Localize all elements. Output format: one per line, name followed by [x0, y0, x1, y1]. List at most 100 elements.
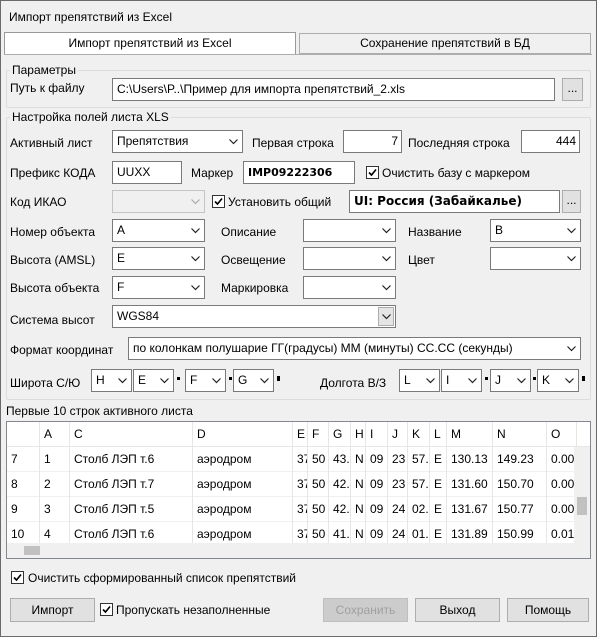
table-cell[interactable]: 3 — [40, 497, 70, 522]
marking-combo[interactable] — [303, 276, 396, 299]
region-browse-button[interactable]: ... — [562, 190, 581, 213]
table-cell[interactable]: 37 — [293, 497, 308, 522]
table-cell[interactable]: 130.13 — [447, 447, 493, 472]
table-cell[interactable]: 37 — [293, 447, 308, 472]
table-cell[interactable]: 2 — [40, 472, 70, 497]
table-cell[interactable]: E — [430, 472, 447, 497]
lat-seconds-combo[interactable]: G — [233, 369, 274, 392]
table-cell[interactable]: N — [351, 472, 366, 497]
table-cell[interactable]: 23 — [388, 472, 408, 497]
help-button[interactable]: Помощь — [507, 598, 589, 622]
skip-empty-checkbox[interactable] — [100, 603, 113, 616]
table-cell[interactable]: 09 — [366, 447, 388, 472]
grid-hscroll-thumb[interactable] — [24, 546, 40, 555]
table-cell[interactable]: Столб ЛЭП т.7 — [70, 472, 193, 497]
lat-hemisphere-combo[interactable]: H — [91, 369, 132, 392]
obj-num-combo[interactable]: A — [112, 219, 205, 242]
table-cell[interactable]: N — [351, 497, 366, 522]
preview-grid[interactable]: A C D E F G H I J K L M N O 7 1 Столб ЛЭП … — [6, 421, 591, 559]
first-row-input[interactable]: 7 — [343, 130, 402, 153]
clear-list-checkbox[interactable] — [11, 571, 24, 584]
grid-col-header[interactable]: K — [408, 422, 430, 447]
active-sheet-combo[interactable]: Препятствия — [112, 130, 243, 153]
import-button[interactable]: Импорт — [10, 598, 95, 622]
table-cell[interactable]: 1 — [40, 447, 70, 472]
tab-import[interactable]: Импорт препятствий из Excel — [4, 32, 296, 55]
table-cell[interactable]: 50 — [308, 497, 329, 522]
table-cell[interactable]: 24 — [388, 497, 408, 522]
table-cell[interactable]: E — [430, 447, 447, 472]
lon-seconds-combo[interactable]: K — [537, 369, 579, 392]
grid-col-header[interactable]: E — [293, 422, 308, 447]
table-cell[interactable]: 131.67 — [447, 497, 493, 522]
grid-hscrollbar[interactable] — [7, 543, 590, 558]
table-cell[interactable]: Столб ЛЭП т.5 — [70, 497, 193, 522]
region-input[interactable]: UI: Россия (Забайкалье) — [349, 190, 560, 213]
table-cell[interactable]: 50 — [308, 447, 329, 472]
coord-format-combo[interactable]: по колонкам полушарие ГГ(градусы) ММ (ми… — [128, 337, 581, 360]
table-row[interactable]: 82Столб ЛЭП т.7аэродром375042.N092357.E1… — [7, 472, 577, 497]
table-cell[interactable]: 8 — [7, 472, 40, 497]
lat-degrees-combo[interactable]: E — [133, 369, 174, 392]
grid-col-header[interactable]: H — [351, 422, 366, 447]
table-cell[interactable]: 23 — [388, 447, 408, 472]
desc-combo[interactable] — [303, 219, 396, 242]
name-combo[interactable]: B — [490, 219, 581, 242]
table-cell[interactable]: N — [351, 447, 366, 472]
prefix-input[interactable]: UUXX — [112, 161, 182, 184]
table-row[interactable]: 93Столб ЛЭП т.5аэродром375042.N092402.E1… — [7, 497, 577, 522]
set-common-checkbox[interactable] — [212, 195, 225, 208]
path-input[interactable]: C:\Users\P..\Пример для импорта препятст… — [112, 78, 555, 101]
table-cell[interactable]: 02. — [408, 497, 430, 522]
grid-col-header[interactable]: O — [547, 422, 577, 447]
table-cell[interactable]: 150.77 — [493, 497, 547, 522]
lon-minutes-combo[interactable]: J — [490, 369, 531, 392]
table-cell[interactable]: 57. — [408, 472, 430, 497]
lon-degrees-combo[interactable]: I — [441, 369, 482, 392]
icao-combo[interactable] — [112, 190, 205, 213]
last-row-input[interactable]: 444 — [521, 130, 580, 153]
table-cell[interactable]: 0.00 — [547, 497, 577, 522]
table-cell[interactable]: 149.23 — [493, 447, 547, 472]
marker-input[interactable]: IMP09222306 — [243, 161, 355, 184]
grid-col-header[interactable]: F — [308, 422, 329, 447]
clear-base-checkbox[interactable] — [366, 166, 379, 179]
lighting-combo[interactable] — [303, 247, 396, 270]
table-cell[interactable]: 42. — [329, 497, 351, 522]
table-cell[interactable]: E — [430, 497, 447, 522]
table-cell[interactable]: 7 — [7, 447, 40, 472]
grid-col-header[interactable] — [7, 422, 40, 447]
table-cell[interactable]: аэродром — [193, 447, 293, 472]
grid-col-header[interactable]: M — [447, 422, 493, 447]
table-cell[interactable]: 42. — [329, 472, 351, 497]
table-cell[interactable]: 150.70 — [493, 472, 547, 497]
lat-minutes-combo[interactable]: F — [185, 369, 226, 392]
table-cell[interactable]: аэродром — [193, 497, 293, 522]
table-cell[interactable]: 50 — [308, 472, 329, 497]
table-cell[interactable]: 09 — [366, 497, 388, 522]
tab-save[interactable]: Сохранение препятствий в БД — [299, 33, 591, 54]
table-cell[interactable]: 37 — [293, 472, 308, 497]
table-cell[interactable]: 57. — [408, 447, 430, 472]
grid-col-header[interactable]: D — [193, 422, 293, 447]
table-cell[interactable]: 09 — [366, 472, 388, 497]
table-cell[interactable]: аэродром — [193, 472, 293, 497]
table-row[interactable]: 71Столб ЛЭП т.6аэродром375043.N092357.E1… — [7, 447, 577, 472]
grid-col-header[interactable]: N — [493, 422, 547, 447]
browse-button[interactable]: ... — [562, 78, 583, 101]
save-button[interactable]: Сохранить — [323, 598, 408, 622]
grid-col-header[interactable]: J — [388, 422, 408, 447]
obj-height-combo[interactable]: F — [112, 276, 205, 299]
lon-hemisphere-combo[interactable]: L — [399, 369, 440, 392]
table-cell[interactable]: 9 — [7, 497, 40, 522]
table-cell[interactable]: 43. — [329, 447, 351, 472]
table-cell[interactable]: 131.60 — [447, 472, 493, 497]
grid-col-header[interactable]: G — [329, 422, 351, 447]
exit-button[interactable]: Выход — [415, 598, 500, 622]
grid-vscrollbar[interactable] — [574, 447, 590, 543]
grid-col-header[interactable]: A — [40, 422, 70, 447]
grid-col-header[interactable]: I — [366, 422, 388, 447]
grid-col-header[interactable]: C — [70, 422, 193, 447]
grid-vscroll-thumb[interactable] — [577, 497, 587, 515]
color-combo[interactable] — [490, 247, 581, 270]
